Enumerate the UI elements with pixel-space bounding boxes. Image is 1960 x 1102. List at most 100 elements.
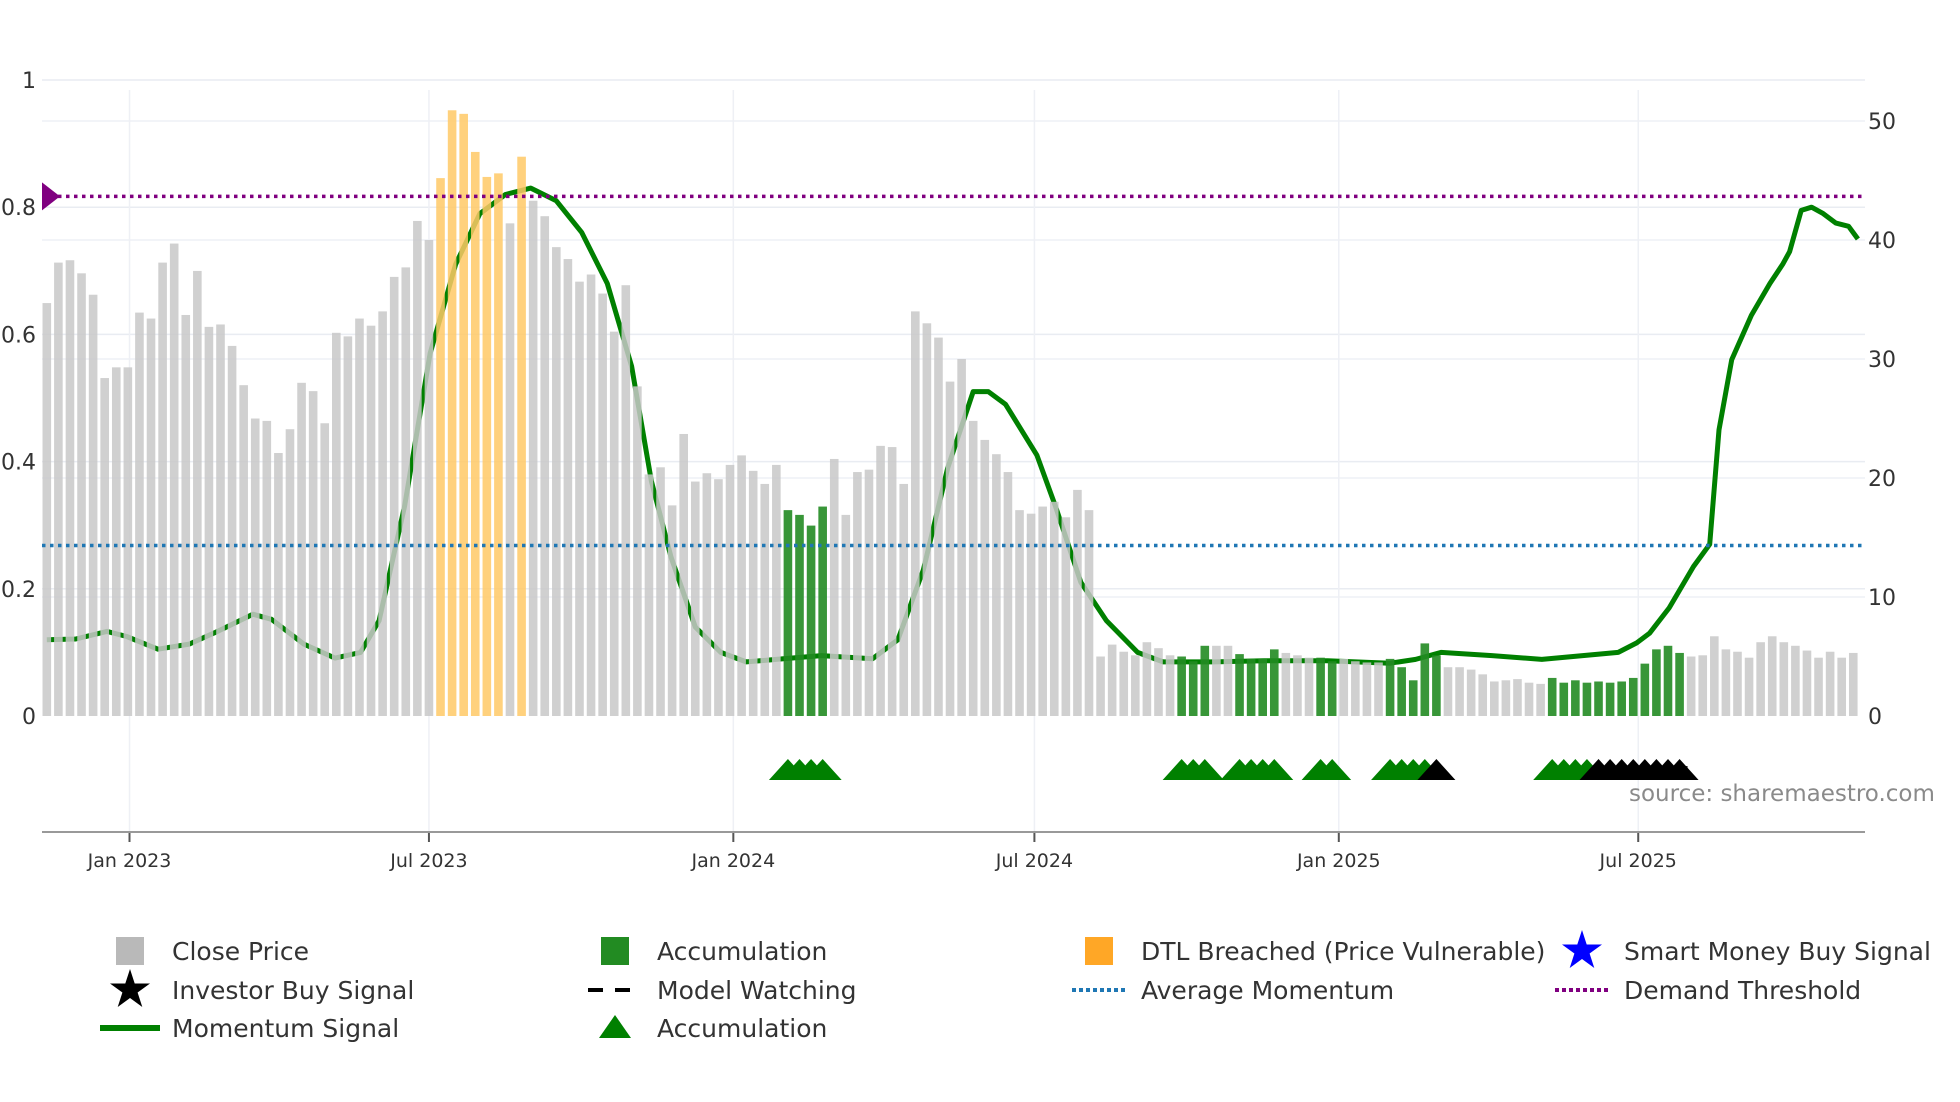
close-price-bar	[772, 464, 781, 716]
close-price-swatch-icon	[116, 937, 144, 965]
close-price-bar	[1501, 680, 1511, 716]
legend-item: Accumulation	[599, 1014, 827, 1043]
accumulation-bar	[1177, 656, 1186, 716]
accumulation-triangle-icon	[599, 1015, 631, 1038]
close-price-bar	[146, 318, 156, 716]
close-price-bar	[598, 293, 607, 716]
close-price-bar	[563, 259, 573, 716]
accumulation-bar	[1571, 680, 1580, 716]
close-price-bar	[957, 359, 966, 716]
close-price-bar	[934, 337, 943, 716]
date-tick-label: Jan 2025	[1296, 850, 1381, 872]
close-price-bar	[250, 418, 260, 716]
close-price-bar	[332, 332, 341, 716]
close-price-bar	[1281, 652, 1291, 716]
close-price-bar	[690, 481, 700, 716]
close-price-bar	[887, 447, 897, 716]
legend-label: Accumulation	[657, 937, 827, 966]
legend-item: Momentum Signal	[100, 1014, 399, 1043]
close-price-bar	[1686, 656, 1696, 716]
close-price-bar	[552, 247, 561, 716]
date-tick-label: Jul 2025	[1599, 850, 1677, 872]
right-tick-label: 40	[1868, 229, 1896, 254]
close-price-bar	[1721, 649, 1731, 716]
close-price-bar	[366, 325, 376, 716]
close-price-bar	[575, 281, 584, 716]
close-price-bar	[1096, 656, 1105, 716]
close-price-bar	[1351, 661, 1360, 716]
close-price-bar	[864, 469, 874, 716]
close-price-bar	[1466, 669, 1476, 716]
close-price-bar	[737, 455, 746, 716]
close-price-bar	[911, 311, 920, 716]
signal-markers	[768, 759, 1699, 780]
accumulation-bar	[1559, 682, 1569, 716]
sharemaestro-chart: 00.20.40.60.8101020304050Jan 2023 Jul 202…	[1, 69, 1935, 1043]
close-price-bar	[54, 262, 63, 716]
legend-item: Accumulation	[601, 937, 827, 966]
accumulation-bar	[1200, 645, 1210, 716]
close-price-bar	[297, 382, 306, 716]
accumulation-bar	[1188, 661, 1198, 716]
close-price-bar	[945, 381, 955, 716]
close-price-bar	[1293, 655, 1302, 716]
left-tick-label: 0.8	[1, 196, 36, 221]
close-price-bar	[748, 470, 758, 716]
close-price-bar	[1814, 657, 1823, 716]
investor-buy-signal-star-icon	[110, 969, 150, 1007]
close-price-bar	[1165, 655, 1175, 716]
close-price-bar	[424, 240, 434, 716]
close-price-bar	[1304, 657, 1314, 716]
close-price-bar	[1443, 667, 1453, 716]
close-price-bar	[1756, 642, 1765, 716]
close-price-bar	[899, 483, 909, 716]
close-price-bar	[123, 367, 133, 716]
close-price-bar	[1015, 510, 1024, 716]
accumulation-bar	[783, 510, 793, 716]
close-price-bar	[1791, 645, 1800, 716]
close-price-bar	[274, 453, 283, 716]
close-price-bar	[1003, 472, 1013, 716]
left-tick-label: 0.4	[1, 451, 36, 476]
close-price-bar	[308, 391, 318, 716]
close-price-bar	[621, 285, 631, 716]
dtl-breached-bar	[482, 176, 492, 716]
close-price-bar	[216, 324, 225, 716]
accumulation-bar	[1605, 682, 1615, 716]
close-price-bar	[65, 260, 75, 716]
close-price-bar	[725, 464, 735, 716]
date-tick-label: Jan 2024	[690, 850, 775, 872]
accumulation-swatch-icon	[601, 937, 629, 965]
close-price-bar	[169, 243, 179, 716]
close-price-bar	[679, 433, 688, 716]
close-price-bar	[42, 303, 52, 716]
left-tick-label: 0.6	[1, 323, 36, 348]
accumulation-bar	[1432, 655, 1441, 716]
legend-item: Average Momentum	[1072, 976, 1394, 1005]
left-tick-label: 0	[22, 705, 36, 730]
close-price-bar	[1524, 682, 1534, 716]
accumulation-bar	[1408, 680, 1418, 716]
legend-item: Demand Threshold	[1555, 976, 1861, 1005]
close-price-bar	[853, 472, 862, 716]
accumulation-bar	[1652, 649, 1661, 716]
accumulation-bar	[1235, 654, 1244, 716]
close-price-bar	[1848, 652, 1858, 716]
close-price-bar	[1084, 510, 1094, 716]
legend: Close Price Accumulation DTL Breached (Pri…	[100, 930, 1931, 1043]
close-price-bar	[401, 267, 411, 716]
close-price-bar	[1131, 655, 1140, 716]
close-price-bar	[922, 323, 932, 716]
dtl-breached-bar	[459, 113, 468, 717]
accumulation-bar	[1582, 682, 1592, 716]
close-price-bar	[1212, 645, 1221, 716]
date-tick-label: Jul 2024	[995, 850, 1073, 872]
close-price-bar	[528, 200, 538, 717]
accumulation-bar	[1617, 681, 1626, 716]
close-price-bar	[1490, 681, 1499, 716]
close-price-bar	[1710, 636, 1719, 716]
dtl-breached-price-vulnerable-swatch-icon	[1085, 937, 1113, 965]
date-tick-label: Jul 2023	[389, 850, 467, 872]
close-price-bar	[609, 331, 619, 716]
legend-item: DTL Breached (Price Vulnerable)	[1085, 937, 1545, 966]
